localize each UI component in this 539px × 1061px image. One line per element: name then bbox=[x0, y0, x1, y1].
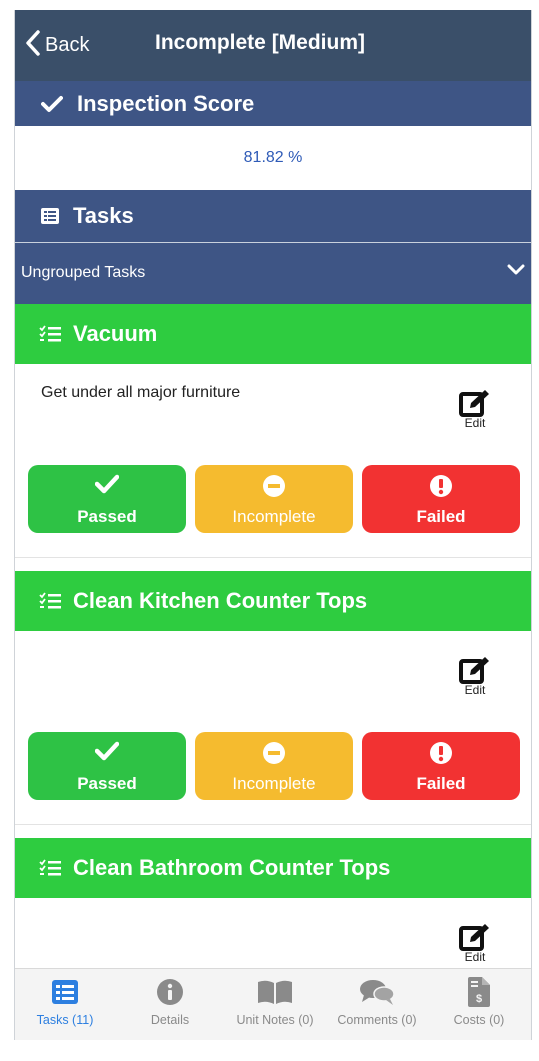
incomplete-button[interactable]: Incomplete bbox=[195, 732, 353, 800]
passed-button[interactable]: Passed bbox=[28, 465, 186, 533]
edit-label: Edit bbox=[464, 950, 486, 964]
edit-button[interactable]: Edit bbox=[455, 922, 495, 964]
failed-label: Failed bbox=[416, 507, 466, 526]
incomplete-button[interactable]: Incomplete bbox=[195, 465, 353, 533]
tab-unit-notes[interactable]: Unit Notes (0) bbox=[225, 977, 325, 1027]
comments-icon bbox=[327, 977, 427, 1007]
tab-label: Comments (0) bbox=[337, 1013, 417, 1027]
tasks-heading: Tasks bbox=[73, 203, 134, 228]
incomplete-label: Incomplete bbox=[232, 774, 316, 793]
passed-label: Passed bbox=[77, 507, 137, 526]
tab-details[interactable]: Details bbox=[120, 977, 220, 1027]
task-title: Clean Kitchen Counter Tops bbox=[73, 588, 368, 613]
inspection-score-value: 81.82 % bbox=[243, 149, 303, 166]
failed-button[interactable]: Failed bbox=[362, 465, 520, 533]
tab-label: Costs (0) bbox=[453, 1013, 505, 1027]
inspection-score-heading: Inspection Score bbox=[77, 90, 255, 116]
task-header-vacuum: Vacuum bbox=[15, 304, 531, 364]
chevron-down-icon bbox=[507, 263, 525, 282]
task-header-bathroom: Clean Bathroom Counter Tops bbox=[15, 838, 531, 898]
invoice-icon: $ bbox=[429, 977, 529, 1007]
tab-label: Details bbox=[150, 1013, 190, 1027]
tab-label: Tasks (11) bbox=[36, 1013, 94, 1027]
failed-label: Failed bbox=[416, 774, 466, 793]
failed-button[interactable]: Failed bbox=[362, 732, 520, 800]
page-title: Incomplete [Medium] bbox=[155, 31, 366, 54]
exclamation-circle-icon bbox=[362, 474, 520, 498]
exclamation-circle-icon bbox=[362, 741, 520, 765]
tab-comments[interactable]: Comments (0) bbox=[327, 977, 427, 1027]
task-title: Clean Bathroom Counter Tops bbox=[73, 855, 391, 880]
back-label: Back bbox=[45, 34, 90, 56]
edit-button[interactable]: Edit bbox=[455, 655, 495, 697]
minus-circle-icon bbox=[195, 741, 353, 765]
list-icon bbox=[15, 977, 115, 1007]
bottom-tab-bar: Tasks (11) Details Unit Notes (0) Commen… bbox=[15, 968, 531, 1040]
divider bbox=[15, 824, 531, 825]
passed-label: Passed bbox=[77, 774, 137, 793]
ungrouped-tasks-toggle[interactable]: Ungrouped Tasks bbox=[15, 242, 531, 305]
tasks-icon bbox=[39, 325, 61, 343]
tasks-icon bbox=[39, 859, 61, 877]
edit-icon bbox=[455, 388, 495, 418]
task-header-kitchen: Clean Kitchen Counter Tops bbox=[15, 571, 531, 631]
tab-tasks[interactable]: Tasks (11) bbox=[15, 977, 115, 1027]
tab-label: Unit Notes (0) bbox=[236, 1013, 314, 1027]
incomplete-label: Incomplete bbox=[232, 507, 316, 526]
task-title: Vacuum bbox=[73, 321, 158, 346]
divider bbox=[15, 557, 531, 558]
inspection-score-header: Inspection Score bbox=[15, 81, 531, 126]
tab-costs[interactable]: $ Costs (0) bbox=[429, 977, 529, 1027]
check-icon bbox=[28, 741, 186, 761]
edit-label: Edit bbox=[464, 683, 486, 697]
passed-button[interactable]: Passed bbox=[28, 732, 186, 800]
minus-circle-icon bbox=[195, 474, 353, 498]
chevron-left-icon bbox=[25, 30, 41, 61]
edit-icon bbox=[455, 922, 495, 952]
checkmark-icon bbox=[41, 95, 63, 113]
list-alt-icon bbox=[41, 208, 59, 224]
edit-icon bbox=[455, 655, 495, 685]
task-description: Get under all major furniture bbox=[41, 384, 241, 401]
edit-button[interactable]: Edit bbox=[455, 388, 495, 430]
edit-label: Edit bbox=[464, 416, 486, 430]
check-icon bbox=[28, 474, 186, 494]
back-button[interactable]: Back bbox=[25, 30, 89, 61]
info-icon bbox=[120, 977, 220, 1007]
tasks-icon bbox=[39, 592, 61, 610]
app-screen: Back Incomplete [Medium] Inspection Scor… bbox=[14, 10, 532, 1040]
group-label: Ungrouped Tasks bbox=[21, 264, 146, 281]
svg-text:$: $ bbox=[476, 993, 482, 1005]
tasks-header: Tasks bbox=[15, 190, 531, 242]
book-icon bbox=[225, 977, 325, 1007]
navigation-bar: Back Incomplete [Medium] bbox=[15, 10, 531, 81]
